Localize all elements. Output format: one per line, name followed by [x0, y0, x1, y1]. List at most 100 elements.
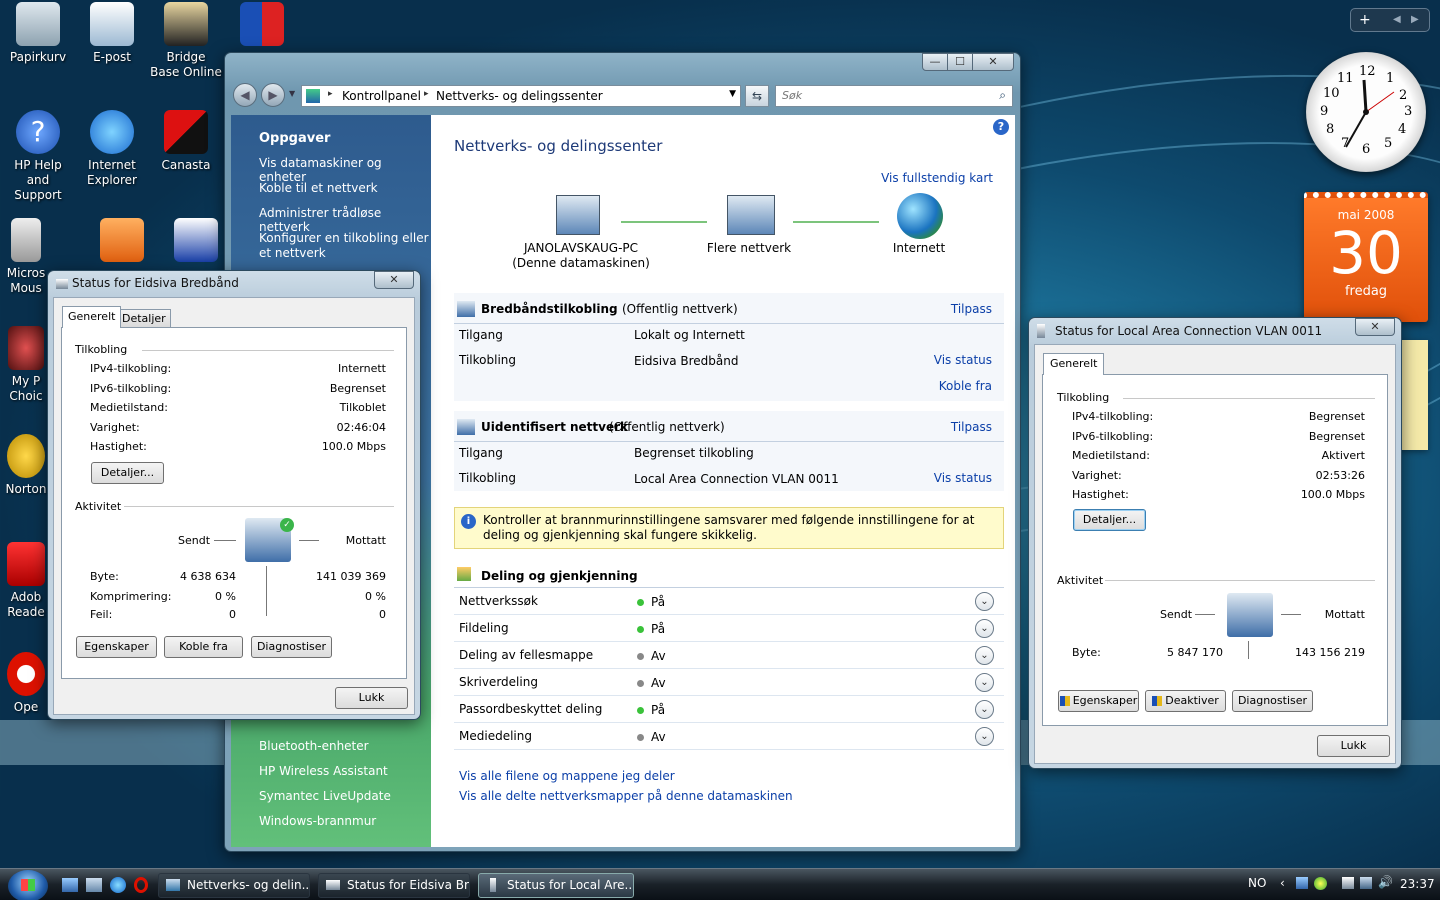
desktop-icon-canasta[interactable]: Canasta: [150, 110, 222, 173]
taskbar-item-network[interactable]: Nettverks- og delin...: [158, 873, 310, 898]
status-dot-icon: [637, 734, 644, 741]
breadcrumb-root[interactable]: Kontrollpanel: [342, 89, 421, 103]
volume-icon[interactable]: 🔊: [1378, 875, 1393, 889]
expand-chevron-icon[interactable]: ⌄: [975, 592, 994, 611]
switch-windows-icon[interactable]: [86, 878, 102, 892]
desktop-icon-ie[interactable]: Internet Explorer: [76, 110, 148, 188]
maximize-button[interactable]: ☐: [947, 53, 973, 71]
taskbar-item-vlan[interactable]: Status for Local Are...: [478, 873, 634, 898]
desktop-icon-bridge[interactable]: Bridge Base Online: [150, 2, 222, 80]
close-dialog-button[interactable]: Lukk: [1317, 735, 1390, 757]
language-indicator[interactable]: NO: [1248, 876, 1266, 890]
network-1-disconnect[interactable]: Koble fra: [939, 379, 992, 393]
sharing-row[interactable]: Mediedeling Av ⌄: [454, 724, 1004, 750]
breadcrumb-current[interactable]: Nettverks- og delingssenter: [436, 89, 603, 103]
search-box[interactable]: Søk ⌕: [775, 85, 1013, 107]
desktop-icon-media[interactable]: [86, 218, 158, 266]
properties-label: Egenskaper: [1072, 694, 1138, 707]
add-gadget-icon[interactable]: +: [1359, 9, 1371, 31]
desktop-icon-hphelp[interactable]: ? HP Help and Support: [2, 110, 74, 203]
close-button[interactable]: ✕: [1355, 318, 1395, 336]
desktop-icon-papirkurv[interactable]: Papirkurv: [2, 2, 74, 65]
close-dialog-button[interactable]: Lukk: [335, 687, 408, 709]
full-map-link[interactable]: Vis fullstendig kart: [881, 171, 993, 185]
internet-explorer-icon[interactable]: [110, 877, 126, 893]
breadcrumb-separator-icon[interactable]: ▸: [424, 89, 429, 99]
properties-button[interactable]: Egenskaper: [1058, 690, 1139, 712]
prev-icon[interactable]: ◀: [1393, 9, 1401, 31]
network-2-customize[interactable]: Tilpass: [951, 420, 992, 434]
sidebar-liveupdate[interactable]: Symantec LiveUpdate: [259, 789, 391, 803]
minimize-button[interactable]: —: [922, 53, 948, 71]
properties-button[interactable]: Egenskaper: [76, 636, 157, 658]
network-1-customize[interactable]: Tilpass: [951, 302, 992, 316]
multiple-networks-icon: [727, 195, 775, 235]
help-icon[interactable]: ?: [993, 119, 1009, 135]
desktop-icon-shield[interactable]: [226, 2, 298, 50]
address-dropdown-icon[interactable]: ▼: [729, 89, 736, 99]
network-1-view-status[interactable]: Vis status: [934, 353, 992, 367]
desktop-icon-norton[interactable]: Norton: [0, 434, 52, 497]
desktop-icon-opera[interactable]: Ope: [0, 652, 52, 715]
network-2-view-status[interactable]: Vis status: [934, 471, 992, 485]
network-2-name: Uidentifisert nettverk: [481, 420, 628, 434]
refresh-button[interactable]: ⇆: [745, 85, 769, 107]
details-button[interactable]: Detaljer...: [91, 462, 164, 484]
opera-icon[interactable]: [134, 877, 148, 893]
expand-chevron-icon[interactable]: ⌄: [975, 646, 994, 665]
next-icon[interactable]: ▶: [1411, 9, 1419, 31]
tab-details[interactable]: Detaljer: [117, 309, 171, 328]
diagnose-button[interactable]: Diagnostiser: [251, 636, 332, 658]
address-bar[interactable]: ▸ Kontrollpanel ▸ Nettverks- og delingss…: [301, 85, 741, 107]
sharing-row[interactable]: Passordbeskyttet deling På ⌄: [454, 697, 1004, 723]
search-icon[interactable]: ⌕: [999, 88, 1006, 103]
sidebar-firewall[interactable]: Windows-brannmur: [259, 814, 376, 828]
task-manage-wireless[interactable]: Administrer trådløse nettverk: [259, 206, 431, 234]
sharing-row[interactable]: Deling av fellesmappe Av ⌄: [454, 643, 1004, 669]
expand-chevron-icon[interactable]: ⌄: [975, 673, 994, 692]
breadcrumb-separator-icon[interactable]: ▸: [328, 89, 333, 99]
show-hidden-icons[interactable]: ‹: [1280, 876, 1285, 890]
tray-network-icon[interactable]: [1296, 877, 1308, 889]
sharing-row[interactable]: Nettverkssøk På ⌄: [454, 589, 1004, 615]
close-button[interactable]: ✕: [972, 53, 1014, 71]
forward-button[interactable]: ▶: [261, 83, 285, 107]
notes-gadget[interactable]: [1398, 340, 1428, 450]
tray-security-icon[interactable]: [1314, 877, 1327, 890]
sidebar-hp-wireless[interactable]: HP Wireless Assistant: [259, 764, 388, 778]
tab-general[interactable]: Generelt: [1043, 353, 1105, 375]
expand-chevron-icon[interactable]: ⌄: [975, 727, 994, 746]
show-desktop-icon[interactable]: [62, 878, 78, 892]
tray-connections-icon[interactable]: [1360, 877, 1372, 889]
tab-general[interactable]: Generelt: [62, 306, 122, 328]
deactivate-button[interactable]: Deaktiver: [1145, 690, 1226, 712]
link-shared-folders[interactable]: Vis alle delte nettverksmapper på denne …: [459, 789, 793, 803]
desktop-icon-save[interactable]: [160, 218, 232, 266]
task-configure-connection[interactable]: Konfigurer en tilkobling eller et nettve…: [259, 231, 429, 261]
disconnect-button[interactable]: Koble fra: [164, 636, 243, 658]
desktop-icon-adobe[interactable]: Adob Reade: [0, 542, 52, 620]
expand-chevron-icon[interactable]: ⌄: [975, 700, 994, 719]
history-dropdown-icon[interactable]: ▼: [289, 89, 295, 98]
taskbar-item-eidsiva[interactable]: Status for Eidsiva Br...: [318, 873, 470, 898]
details-button[interactable]: Detaljer...: [1073, 509, 1146, 531]
sharing-row[interactable]: Fildeling På ⌄: [454, 616, 1004, 642]
sidebar-bluetooth[interactable]: Bluetooth-enheter: [259, 739, 369, 753]
close-button[interactable]: ✕: [374, 271, 414, 289]
clock-gadget[interactable]: 12 1 2 3 4 5 6 7 8 9 10 11: [1306, 52, 1426, 172]
expand-chevron-icon[interactable]: ⌄: [975, 619, 994, 638]
task-view-computers[interactable]: Vis datamaskiner og enheter: [259, 156, 431, 184]
desktop-icon-epost[interactable]: E-post: [76, 2, 148, 65]
tray-device-icon[interactable]: [1342, 877, 1354, 889]
desktop-icon-label: Papirkurv: [9, 50, 67, 64]
calendar-gadget[interactable]: mai 2008 30 fredag: [1304, 192, 1428, 322]
start-button[interactable]: [8, 870, 48, 900]
back-button[interactable]: ◀: [233, 83, 257, 107]
desktop-icon-photo[interactable]: My P Choic: [0, 326, 52, 404]
diagnose-button[interactable]: Diagnostiser: [1232, 690, 1313, 712]
sharing-row[interactable]: Skriverdeling Av ⌄: [454, 670, 1004, 696]
task-connect-network[interactable]: Koble til et nettverk: [259, 181, 378, 195]
link-shared-files[interactable]: Vis alle filene og mappene jeg deler: [459, 769, 675, 783]
clock-time[interactable]: 23:37: [1400, 877, 1435, 891]
desktop-icon-mouse[interactable]: Micros Mous: [0, 218, 52, 296]
